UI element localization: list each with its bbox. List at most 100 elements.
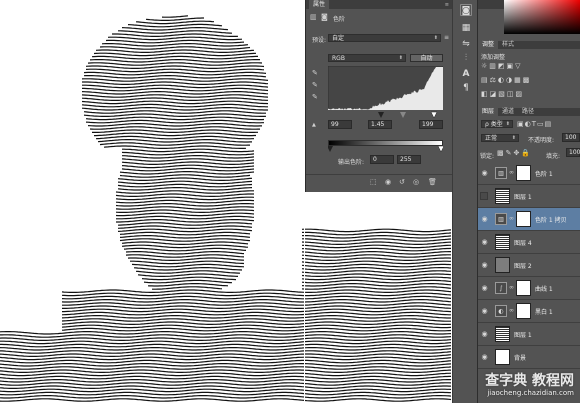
mask-link-icon[interactable]: ∞ bbox=[509, 169, 514, 176]
layer-row[interactable]: ◉ 图层 1 bbox=[478, 323, 580, 346]
mask-link-icon[interactable]: ∞ bbox=[509, 307, 514, 314]
layer-thumbnail bbox=[495, 188, 510, 204]
preset-dropdown[interactable]: 自定 ⬍ bbox=[328, 34, 441, 42]
site-watermark: 查字典 教程网 jiaocheng.chazidian.com bbox=[457, 370, 580, 403]
layer-row[interactable]: ◉ 图层 2 bbox=[478, 254, 580, 277]
adjustment-icons-row-3[interactable]: ◧◪▧◫▨ bbox=[481, 90, 524, 98]
paragraph-panel-icon[interactable]: ¶ bbox=[460, 82, 472, 94]
layer-row[interactable]: ◉ ▥ ∞ 色阶 1 拷贝 bbox=[478, 208, 580, 231]
input-levels-slider[interactable] bbox=[328, 111, 443, 119]
eye-visibility-icon[interactable]: ◉ bbox=[480, 307, 489, 315]
layer-row[interactable]: 图层 1 bbox=[478, 185, 580, 208]
layer-mask-thumbnail[interactable] bbox=[516, 211, 531, 227]
clipping-warning-icon[interactable]: ▲ bbox=[312, 121, 316, 129]
sliders-panel-icon[interactable]: ⫶ bbox=[460, 52, 472, 64]
white-point-handle bbox=[431, 112, 437, 118]
tab-styles[interactable]: 样式 bbox=[498, 41, 518, 49]
layer-row[interactable]: ◉ ◐ ∞ 黑白 1 bbox=[478, 300, 580, 323]
layers-tabs: 图层 通道 路径 bbox=[478, 108, 580, 116]
tab-paths[interactable]: 路径 bbox=[518, 108, 538, 116]
eye-visibility-icon[interactable]: ◉ bbox=[480, 330, 489, 338]
layer-thumbnail bbox=[495, 257, 510, 273]
layer-thumbnail bbox=[495, 326, 510, 342]
adjustment-icons-row-1[interactable]: ☼▥◩▣▽ bbox=[481, 62, 523, 70]
layer-filter-dropdown[interactable]: ρ 类型 ⬍ bbox=[481, 120, 513, 128]
layer-mask-thumbnail[interactable] bbox=[516, 280, 531, 296]
panel-menu-icon[interactable]: ≡ bbox=[445, 2, 449, 8]
layer-name: 黑白 1 bbox=[535, 307, 553, 316]
layer-row[interactable]: ◉ 图层 4 bbox=[478, 231, 580, 254]
color-panel-icon[interactable]: ◙ bbox=[460, 4, 472, 16]
levels-adjustment-icon[interactable]: ▥ bbox=[310, 13, 317, 21]
layer-row[interactable]: ◉ ▥ ∞ 色阶 1 bbox=[478, 162, 580, 185]
document-canvas-lower[interactable] bbox=[305, 192, 452, 403]
input-gamma-field[interactable]: 1.45 bbox=[368, 120, 392, 129]
adjustment-name: 色阶 bbox=[333, 14, 345, 23]
tab-adjustments[interactable]: 调整 bbox=[478, 41, 498, 49]
adjustments-panel-icon[interactable]: ⇋ bbox=[460, 38, 472, 50]
layer-filter-icons[interactable]: ▣◐T▭▤ bbox=[517, 120, 552, 128]
eye-visibility-icon[interactable]: ◉ bbox=[480, 284, 489, 292]
opacity-field[interactable]: 100 bbox=[562, 133, 580, 142]
layer-row[interactable]: ◉ 背景 bbox=[478, 346, 580, 369]
document-canvas[interactable] bbox=[0, 0, 305, 403]
tab-channels[interactable]: 通道 bbox=[498, 108, 518, 116]
character-panel-icon[interactable]: A bbox=[460, 68, 472, 80]
view-previous-icon[interactable]: ◉ bbox=[385, 178, 391, 186]
visibility-icon[interactable]: ◎ bbox=[413, 178, 419, 186]
properties-panel: 属性 ≡ ▥ ◙ 色阶 预设: 自定 ⬍ ≡ RGB ⬍ 自动 ✎ ✎ ✎ ▲ … bbox=[305, 0, 452, 192]
auto-button[interactable]: 自动 bbox=[410, 54, 443, 62]
color-picker-field[interactable] bbox=[504, 0, 580, 34]
properties-tab[interactable]: 属性 bbox=[309, 0, 329, 9]
input-black-field[interactable]: 99 bbox=[328, 120, 352, 129]
layer-name: 图层 1 bbox=[514, 192, 532, 201]
channel-dropdown[interactable]: RGB ⬍ bbox=[328, 54, 406, 62]
gamma-handle bbox=[400, 112, 406, 118]
layer-name: 曲线 1 bbox=[535, 284, 553, 293]
chevron-down-icon: ⬍ bbox=[512, 135, 516, 142]
watermark-site-url: jiaocheng.chazidian.com bbox=[487, 389, 574, 397]
eye-visibility-icon[interactable]: ◉ bbox=[480, 261, 489, 269]
engraved-portrait-image bbox=[0, 0, 305, 403]
gray-point-eyedropper-icon[interactable]: ✎ bbox=[312, 81, 318, 89]
preset-menu-icon[interactable]: ≡ bbox=[444, 34, 449, 42]
input-white-field[interactable]: 199 bbox=[419, 120, 443, 129]
layers-list: ◉ ▥ ∞ 色阶 1 图层 1 ◉ ▥ ∞ 色阶 1 拷贝 ◉ 图层 4 ◉ 图层 2 ◉ ∫ ∞ 曲线 1 ◉ ◐… bbox=[478, 162, 580, 372]
tab-layers[interactable]: 图层 bbox=[478, 108, 498, 116]
layer-row[interactable]: ◉ ∫ ∞ 曲线 1 bbox=[478, 277, 580, 300]
panel-dock-strip: ◙ ▦ ⇋ ⫶ A ¶ bbox=[452, 0, 478, 403]
layer-name: 图层 1 bbox=[514, 330, 532, 339]
add-adjustment-label: 添加调整 bbox=[481, 52, 505, 61]
mask-icon[interactable]: ◙ bbox=[321, 13, 328, 21]
layer-mask-thumbnail[interactable] bbox=[516, 165, 531, 181]
white-point-eyedropper-icon[interactable]: ✎ bbox=[312, 93, 318, 101]
black-point-eyedropper-icon[interactable]: ✎ bbox=[312, 69, 318, 77]
layer-mask-thumbnail[interactable] bbox=[516, 303, 531, 319]
lock-label: 锁定: bbox=[480, 151, 494, 160]
layer-name: 色阶 1 bbox=[535, 169, 553, 178]
levels-adjustment-icon: ▥ bbox=[495, 213, 507, 225]
fill-field[interactable]: 100 bbox=[566, 148, 580, 157]
eye-visibility-icon[interactable]: ◉ bbox=[480, 238, 489, 246]
clip-to-layer-icon[interactable]: ⬚ bbox=[370, 178, 377, 186]
divider bbox=[306, 174, 453, 175]
blend-mode-value: 正常 bbox=[485, 135, 497, 142]
output-black-field[interactable]: 0 bbox=[370, 155, 394, 164]
mask-link-icon[interactable]: ∞ bbox=[509, 215, 514, 222]
output-levels-slider[interactable] bbox=[328, 146, 443, 153]
visibility-toggle-off[interactable] bbox=[480, 192, 488, 200]
right-panel-column: 调整 样式 添加调整 ☼▥◩▣▽ ▤⚖◐◑▦▩ ◧◪▧◫▨ 图层 通道 路径 ρ… bbox=[478, 0, 580, 403]
preset-value: 自定 bbox=[332, 35, 344, 42]
lock-icons[interactable]: ▩✎✥🔒 bbox=[497, 149, 532, 157]
eye-visibility-icon[interactable]: ◉ bbox=[480, 215, 489, 223]
output-white-field[interactable]: 255 bbox=[397, 155, 421, 164]
eye-visibility-icon[interactable]: ◉ bbox=[480, 353, 489, 361]
reset-icon[interactable]: ↺ bbox=[399, 178, 405, 186]
layer-thumbnail bbox=[495, 234, 510, 250]
swatches-panel-icon[interactable]: ▦ bbox=[460, 22, 472, 34]
mask-link-icon[interactable]: ∞ bbox=[509, 284, 514, 291]
adjustment-icons-row-2[interactable]: ▤⚖◐◑▦▩ bbox=[481, 76, 531, 84]
blend-mode-dropdown[interactable]: 正常 ⬍ bbox=[481, 134, 519, 142]
eye-visibility-icon[interactable]: ◉ bbox=[480, 169, 489, 177]
trash-icon[interactable]: 🗑 bbox=[428, 178, 437, 186]
